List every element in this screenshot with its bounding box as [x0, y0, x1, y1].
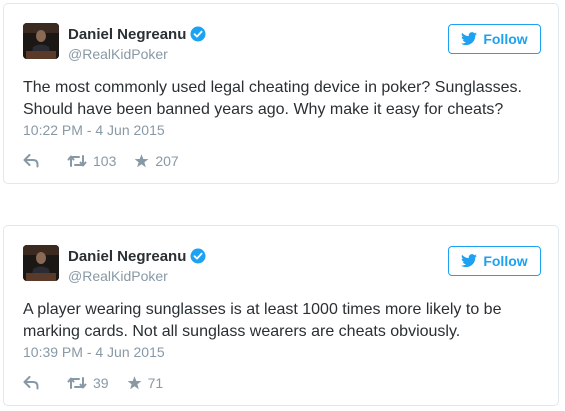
like-button[interactable]: 207 — [134, 153, 179, 169]
retweet-button[interactable]: 39 — [67, 375, 109, 391]
follow-button[interactable]: Follow — [448, 24, 541, 54]
tweet-text: A player wearing sunglasses is at least … — [23, 301, 502, 340]
star-icon — [127, 376, 142, 390]
retweet-icon — [67, 376, 87, 390]
retweet-count: 39 — [93, 375, 109, 391]
reply-icon — [23, 376, 39, 390]
author-name[interactable]: Daniel Negreanu — [68, 26, 186, 43]
author-name[interactable]: Daniel Negreanu — [68, 248, 186, 265]
verified-badge-icon — [190, 26, 206, 42]
timestamp[interactable]: 10:39 PM - 4 Jun 2015 — [23, 344, 165, 360]
reply-icon — [23, 154, 39, 168]
author-name-row: Daniel Negreanu — [68, 246, 206, 266]
like-count: 207 — [155, 153, 179, 169]
retweet-count: 103 — [93, 153, 117, 169]
bird-icon — [461, 254, 478, 268]
tweet-actions: 103 207 — [23, 151, 179, 171]
author-handle[interactable]: @RealKidPoker — [68, 268, 168, 284]
like-button[interactable]: 71 — [127, 375, 164, 391]
avatar[interactable] — [23, 23, 59, 59]
bird-icon — [461, 32, 478, 46]
tweet-card: Daniel Negreanu @RealKidPoker Follow A p… — [3, 225, 559, 406]
follow-button[interactable]: Follow — [448, 246, 541, 276]
retweet-button[interactable]: 103 — [67, 153, 116, 169]
retweet-icon — [67, 154, 87, 168]
star-icon — [134, 154, 149, 168]
reply-button[interactable] — [23, 376, 55, 390]
follow-label: Follow — [483, 253, 528, 269]
avatar[interactable] — [23, 245, 59, 281]
follow-label: Follow — [483, 31, 528, 47]
author-handle[interactable]: @RealKidPoker — [68, 46, 168, 62]
verified-badge-icon — [190, 248, 206, 264]
author-name-row: Daniel Negreanu — [68, 24, 206, 44]
tweet-card: Daniel Negreanu @RealKidPoker Follow The… — [3, 3, 559, 184]
timestamp[interactable]: 10:22 PM - 4 Jun 2015 — [23, 122, 165, 138]
reply-button[interactable] — [23, 154, 55, 168]
tweet-text: The most commonly used legal cheating de… — [23, 79, 522, 118]
like-count: 71 — [147, 375, 164, 391]
tweet-actions: 39 71 — [23, 373, 163, 393]
